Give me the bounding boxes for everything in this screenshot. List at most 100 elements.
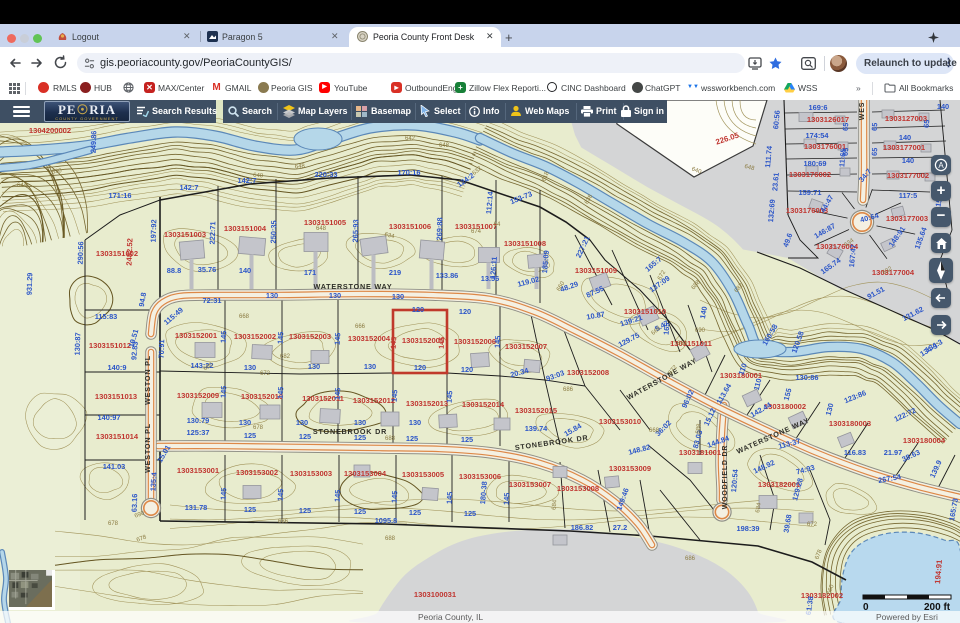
svg-text:174:54: 174:54 <box>805 131 829 140</box>
svg-text:1303151013: 1303151013 <box>95 392 137 401</box>
svg-text:WES: WES <box>859 102 866 120</box>
svg-text:117:5: 117:5 <box>899 191 918 200</box>
svg-text:690: 690 <box>695 328 706 334</box>
svg-text:135:4: 135:4 <box>148 471 158 491</box>
svg-text:1303100031: 1303100031 <box>414 590 457 599</box>
svg-text:1303153008: 1303153008 <box>557 484 599 493</box>
svg-text:219: 219 <box>389 268 401 277</box>
svg-text:133.86: 133.86 <box>436 271 459 280</box>
svg-text:140:9: 140:9 <box>108 363 127 372</box>
svg-text:63.16: 63.16 <box>130 494 140 513</box>
svg-text:130: 130 <box>244 363 256 372</box>
svg-text:1303153001: 1303153001 <box>177 466 220 475</box>
svg-text:125: 125 <box>299 432 311 441</box>
svg-text:120: 120 <box>461 365 473 374</box>
svg-text:672: 672 <box>260 371 271 377</box>
svg-text:674: 674 <box>471 229 482 235</box>
svg-text:130: 130 <box>409 418 421 427</box>
svg-text:65: 65 <box>870 147 880 156</box>
svg-text:130: 130 <box>308 362 320 371</box>
svg-text:145: 145 <box>390 389 400 402</box>
svg-text:140: 140 <box>239 266 251 275</box>
svg-text:1303177002: 1303177002 <box>887 171 929 180</box>
svg-text:72:31: 72:31 <box>203 296 222 305</box>
svg-text:142:7: 142:7 <box>180 183 199 192</box>
svg-text:125: 125 <box>461 435 473 444</box>
svg-text:269:88: 269:88 <box>435 217 445 240</box>
svg-text:222:71: 222:71 <box>208 221 218 244</box>
svg-text:1303152001: 1303152001 <box>175 331 218 340</box>
svg-text:130: 130 <box>239 418 251 427</box>
svg-text:1095.8: 1095.8 <box>375 516 398 525</box>
svg-text:120: 120 <box>412 305 424 314</box>
svg-text:640: 640 <box>253 173 264 180</box>
svg-text:1303152003: 1303152003 <box>289 332 331 341</box>
svg-text:1303177003: 1303177003 <box>886 214 928 223</box>
svg-text:686: 686 <box>278 519 289 525</box>
svg-text:290:56: 290:56 <box>76 241 86 264</box>
svg-text:678: 678 <box>253 425 264 431</box>
svg-text:198:39: 198:39 <box>736 524 759 533</box>
svg-text:125: 125 <box>409 508 421 517</box>
svg-text:171:16: 171:16 <box>108 191 131 200</box>
svg-text:145: 145 <box>333 332 343 345</box>
svg-text:1303181001: 1303181001 <box>679 448 722 457</box>
svg-text:1303151006: 1303151006 <box>389 222 431 231</box>
svg-text:13.56: 13.56 <box>481 274 500 283</box>
svg-text:666: 666 <box>355 324 366 330</box>
svg-text:249.86: 249.86 <box>89 130 99 153</box>
svg-text:1303153007: 1303153007 <box>509 480 551 489</box>
svg-text:186.82: 186.82 <box>571 523 594 532</box>
svg-text:145: 145 <box>390 490 400 503</box>
svg-text:70:91: 70:91 <box>157 339 167 358</box>
svg-text:180:69: 180:69 <box>803 159 826 168</box>
svg-text:682: 682 <box>280 354 291 360</box>
svg-text:1303153006: 1303153006 <box>459 472 501 481</box>
svg-text:672: 672 <box>807 522 818 528</box>
svg-text:125:37: 125:37 <box>186 428 209 437</box>
svg-text:220:33: 220:33 <box>314 170 337 179</box>
svg-text:88.8: 88.8 <box>167 266 181 275</box>
svg-text:1303152015: 1303152015 <box>515 406 558 415</box>
svg-text:1303153010: 1303153010 <box>599 417 641 426</box>
svg-text:115:83: 115:83 <box>95 312 118 321</box>
svg-text:1303151008: 1303151008 <box>504 239 546 248</box>
svg-text:2482.52: 2482.52 <box>125 238 135 266</box>
svg-text:668: 668 <box>239 314 250 320</box>
svg-text:1303151009: 1303151009 <box>575 266 617 275</box>
svg-text:65: 65 <box>870 122 880 131</box>
svg-text:145: 145 <box>219 385 229 398</box>
svg-text:145: 145 <box>276 386 286 399</box>
svg-text:1303152008: 1303152008 <box>567 368 609 377</box>
svg-text:648: 648 <box>316 226 327 232</box>
svg-text:688: 688 <box>385 536 396 542</box>
svg-text:130: 130 <box>354 418 366 427</box>
svg-text:131.78: 131.78 <box>185 503 208 512</box>
svg-text:92.83: 92.83 <box>129 341 140 360</box>
svg-text:130: 130 <box>392 292 404 301</box>
svg-text:130: 130 <box>364 362 376 371</box>
svg-text:120: 120 <box>459 307 471 316</box>
svg-text:684: 684 <box>552 499 559 510</box>
svg-text:140:97: 140:97 <box>97 413 120 422</box>
svg-text:1303152009: 1303152009 <box>177 391 219 400</box>
svg-text:1303153004: 1303153004 <box>344 469 387 478</box>
svg-text:931.29: 931.29 <box>25 272 35 295</box>
svg-text:145: 145 <box>389 337 399 349</box>
svg-text:648: 648 <box>295 164 306 171</box>
svg-text:23.61: 23.61 <box>770 172 781 191</box>
svg-text:1303180004: 1303180004 <box>903 436 946 445</box>
svg-text:644: 644 <box>17 183 28 189</box>
svg-text:1303152014: 1303152014 <box>462 400 505 409</box>
svg-text:130:87: 130:87 <box>73 332 83 355</box>
svg-text:145: 145 <box>219 330 229 343</box>
svg-text:125: 125 <box>406 434 418 443</box>
svg-text:WOODFIELD DR: WOODFIELD DR <box>722 445 729 509</box>
svg-text:64: 64 <box>494 222 501 228</box>
svg-text:145: 145 <box>445 390 455 403</box>
svg-text:686: 686 <box>685 556 696 562</box>
svg-text:1303153005: 1303153005 <box>402 470 445 479</box>
svg-text:1303180003: 1303180003 <box>829 419 871 428</box>
svg-text:140: 140 <box>937 102 949 111</box>
svg-text:668: 668 <box>649 428 660 434</box>
